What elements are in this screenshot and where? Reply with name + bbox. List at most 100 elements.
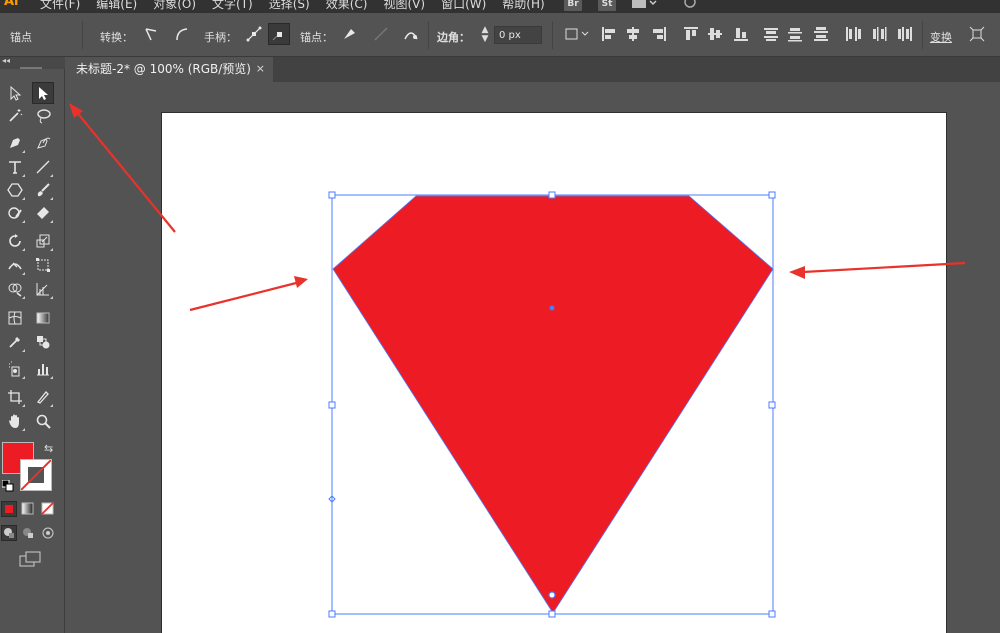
- red-gem-shape[interactable]: [332, 195, 774, 614]
- direct-selection-tool-icon[interactable]: [32, 82, 54, 104]
- live-corner-widget[interactable]: [548, 591, 556, 599]
- hide-handles-icon[interactable]: [268, 23, 290, 45]
- distribute-bottom-icon[interactable]: [810, 23, 832, 45]
- menu-type[interactable]: 文字(T): [212, 0, 259, 12]
- handle-top-center: [548, 191, 556, 199]
- draw-inside-icon[interactable]: [41, 526, 55, 540]
- width-tool-icon[interactable]: [4, 254, 26, 276]
- handle-bottom-right: [768, 610, 776, 618]
- corner-radius-input[interactable]: 0 px: [494, 26, 542, 44]
- menu-view[interactable]: 视图(V): [383, 0, 431, 12]
- rotate-tool-icon[interactable]: [4, 230, 26, 252]
- handle-top-left: [328, 191, 336, 199]
- remove-anchor-icon[interactable]: [338, 23, 360, 45]
- mesh-tool-icon[interactable]: [4, 307, 26, 329]
- menu-window[interactable]: 窗口(W): [441, 0, 492, 12]
- menu-help[interactable]: 帮助(H): [502, 0, 550, 12]
- align-left-icon[interactable]: [598, 23, 620, 45]
- center-point: [549, 305, 555, 311]
- eyedropper-tool-icon[interactable]: [4, 331, 26, 353]
- selection-tool-icon[interactable]: [4, 82, 26, 104]
- menu-object[interactable]: 对象(O): [153, 0, 202, 12]
- blend-tool-icon[interactable]: [32, 331, 54, 353]
- handle-top-right: [768, 191, 776, 199]
- convert-to-smooth-icon[interactable]: [170, 23, 192, 45]
- show-handles-icon[interactable]: [243, 23, 265, 45]
- column-graph-tool-icon[interactable]: [32, 358, 54, 380]
- menu-select[interactable]: 选择(S): [269, 0, 316, 12]
- menu-file[interactable]: 文件(F): [40, 0, 86, 12]
- align-to-dropdown-icon[interactable]: [562, 23, 592, 45]
- slice-tool-icon[interactable]: [32, 386, 54, 408]
- menu-edit[interactable]: 编辑(E): [96, 0, 143, 12]
- divider: [428, 21, 429, 49]
- panel-grip[interactable]: [20, 67, 42, 69]
- align-bottom-icon[interactable]: [730, 23, 752, 45]
- convert-label: 转换：: [100, 31, 133, 44]
- isolate-object-icon[interactable]: [966, 23, 988, 45]
- perspective-grid-tool-icon[interactable]: [32, 278, 54, 300]
- shaper-tool-icon[interactable]: [4, 202, 26, 224]
- curvature-tool-icon[interactable]: [32, 132, 54, 154]
- gradient-mode-icon[interactable]: [21, 502, 35, 516]
- workspace-switcher-icon[interactable]: [630, 0, 658, 10]
- screen-mode-icon[interactable]: [18, 550, 42, 568]
- connect-anchor-icon: [370, 23, 392, 45]
- document-tab[interactable]: 未标题-2* @ 100% (RGB/预览) ×: [65, 57, 273, 82]
- gradient-tool-icon[interactable]: [32, 307, 54, 329]
- paintbrush-tool-icon[interactable]: [32, 179, 54, 201]
- artboard-tool-icon[interactable]: [4, 386, 26, 408]
- document-tab-title: 未标题-2* @ 100% (RGB/预览): [76, 62, 251, 76]
- corner-label: 边角：: [437, 31, 470, 44]
- line-segment-tool-icon[interactable]: [32, 156, 54, 178]
- handle-middle-left: [328, 401, 336, 409]
- none-mode-icon[interactable]: [41, 502, 55, 516]
- distribute-right-icon[interactable]: [894, 23, 916, 45]
- transform-button[interactable]: 变换: [930, 29, 952, 45]
- handle-middle-right: [768, 401, 776, 409]
- divider: [82, 21, 83, 49]
- canvas-area[interactable]: [65, 82, 1000, 633]
- symbol-sprayer-tool-icon[interactable]: [4, 358, 26, 380]
- handle-label: 手柄：: [204, 31, 237, 44]
- draw-normal-icon[interactable]: [1, 525, 17, 541]
- align-vertical-center-icon[interactable]: [704, 23, 726, 45]
- menu-list: 文件(F) 编辑(E) 对象(O) 文字(T) 选择(S) 效果(C) 视图(V…: [40, 0, 561, 12]
- color-mode-icon[interactable]: [1, 501, 17, 517]
- lasso-tool-icon[interactable]: [32, 105, 54, 127]
- menu-effect[interactable]: 效果(C): [326, 0, 374, 12]
- type-tool-icon[interactable]: [4, 156, 26, 178]
- distribute-vertical-center-icon[interactable]: [784, 23, 806, 45]
- artwork-layer: [69, 103, 966, 618]
- corner-stepper[interactable]: ▲ ▼: [478, 26, 492, 46]
- magic-wand-tool-icon[interactable]: [4, 105, 26, 127]
- align-top-icon[interactable]: [680, 23, 702, 45]
- divider: [552, 21, 553, 49]
- arrow-to-left-anchor: [189, 280, 301, 312]
- close-tab-icon[interactable]: ×: [256, 57, 265, 81]
- pen-tool-icon[interactable]: [4, 132, 26, 154]
- bridge-button[interactable]: Br: [564, 0, 582, 11]
- distribute-left-icon[interactable]: [842, 23, 864, 45]
- align-horizontal-center-icon[interactable]: [622, 23, 644, 45]
- zoom-tool-icon[interactable]: [32, 410, 54, 432]
- cut-path-icon[interactable]: [400, 23, 422, 45]
- polygon-tool-icon[interactable]: [4, 179, 26, 201]
- free-transform-tool-icon[interactable]: [32, 254, 54, 276]
- align-right-icon[interactable]: [648, 23, 670, 45]
- distribute-top-icon[interactable]: [760, 23, 782, 45]
- stock-button[interactable]: St: [598, 0, 616, 11]
- anchor-point-label: 锚点：: [300, 31, 333, 44]
- hand-tool-icon[interactable]: [4, 410, 26, 432]
- default-fill-stroke-icon[interactable]: [2, 480, 14, 492]
- scale-tool-icon[interactable]: [32, 230, 54, 252]
- draw-behind-icon[interactable]: [21, 526, 35, 540]
- shape-builder-tool-icon[interactable]: [4, 278, 26, 300]
- stroke-swatch[interactable]: [20, 459, 52, 491]
- distribute-horizontal-center-icon[interactable]: [868, 23, 890, 45]
- convert-to-corner-icon[interactable]: [140, 23, 162, 45]
- eraser-tool-icon[interactable]: [32, 202, 54, 224]
- sync-icon[interactable]: [682, 0, 698, 10]
- swap-fill-stroke-icon[interactable]: ⇆: [44, 442, 53, 455]
- app-logo: Ai: [4, 0, 19, 9]
